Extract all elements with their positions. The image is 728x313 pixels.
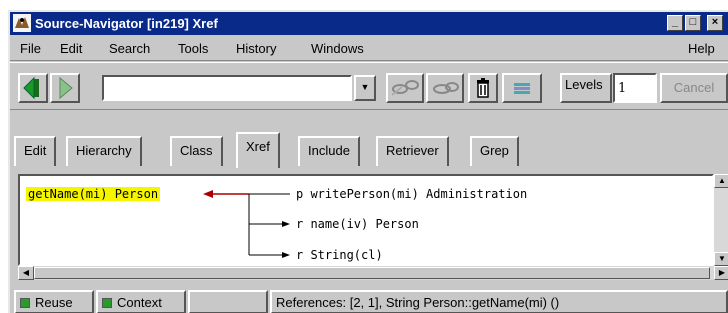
menu-windows[interactable]: Windows [311,41,364,56]
toolbar: ▼ Levels 1 Cancel [10,62,728,110]
tab-retriever[interactable]: Retriever [376,136,449,166]
xref-node[interactable]: r name(iv) Person [296,217,419,231]
scroll-right-button[interactable]: ▶ [714,266,728,280]
tab-xref[interactable]: Xref [236,132,280,168]
tab-grep[interactable]: Grep [470,136,519,166]
combo-dropdown-button[interactable]: ▼ [354,75,376,101]
menu-search[interactable]: Search [109,41,150,56]
outgoing-arrow-icon [282,221,290,227]
outgoing-arrow-icon [282,252,290,258]
main-window: Source-Navigator [in219] Xref _ □ × File… [8,10,728,313]
hide-button[interactable] [426,73,464,103]
grid-icon [514,83,530,94]
status-bar: Reuse Context References: [2, 1], String… [10,288,728,313]
status-spacer [188,290,268,313]
minimize-button[interactable]: _ [667,15,683,31]
tab-bar: Edit Hierarchy Class Xref Include Retrie… [10,130,728,168]
back-button[interactable] [18,73,48,103]
menu-file[interactable]: File [20,41,41,56]
levels-label: Levels [560,73,612,103]
cancel-button[interactable]: Cancel [660,73,728,103]
symbol-input[interactable] [102,75,352,101]
menu-edit[interactable]: Edit [60,41,82,56]
combo-dropdown-icon: ▼ [360,82,370,92]
status-message: References: [2, 1], String Person::getNa… [270,290,728,313]
reuse-label: Reuse [35,295,73,310]
levels-label-text: Levels [565,77,603,92]
graph-icon [391,80,419,96]
menu-history[interactable]: History [236,41,276,56]
menu-bar: File Edit Search Tools History Windows H… [10,35,728,61]
tab-hierarchy[interactable]: Hierarchy [66,136,142,166]
context-label: Context [117,295,162,310]
context-toggle[interactable]: Context [96,290,186,313]
app-icon [13,14,31,32]
incoming-arrow-icon [203,190,213,198]
tab-class[interactable]: Class [170,136,223,166]
reuse-toggle[interactable]: Reuse [14,290,94,313]
delete-button[interactable] [468,73,498,103]
tab-include[interactable]: Include [298,136,360,166]
scroll-down-button[interactable]: ▼ [714,252,728,266]
xref-node[interactable]: r String(cl) [296,248,383,262]
close-button[interactable]: × [707,15,723,31]
menu-tools[interactable]: Tools [178,41,208,56]
levels-input[interactable]: 1 [613,73,657,103]
tab-edit[interactable]: Edit [14,136,57,166]
reuse-checkbox[interactable] [20,298,30,308]
scroll-left-button[interactable]: ◀ [18,266,34,280]
title-bar[interactable]: Source-Navigator [in219] Xref _ □ × [10,12,728,35]
xref-root-node[interactable]: getName(mi) Person [26,187,161,201]
xref-node[interactable]: p writePerson(mi) Administration [296,187,527,201]
graph-button[interactable] [386,73,424,103]
scroll-up-button[interactable]: ▲ [714,174,728,188]
xref-graph[interactable]: getName(mi) Person p writePerson(mi) Adm… [18,174,714,266]
forward-button[interactable] [50,73,80,103]
horizontal-scroll-thumb[interactable] [34,267,710,279]
menu-help[interactable]: Help [688,41,715,56]
context-checkbox[interactable] [102,298,112,308]
grid-button[interactable] [502,73,542,103]
maximize-button[interactable]: □ [685,15,701,31]
window-title: Source-Navigator [in219] Xref [35,16,218,31]
horizontal-scrollbar[interactable]: ◀ ▶ [18,266,728,280]
trash-icon [477,78,489,98]
hide-icon [433,82,459,94]
back-arrow-icon [23,76,39,100]
vertical-scrollbar[interactable]: ▲ ▼ [714,174,728,266]
forward-arrow-icon [59,76,73,100]
